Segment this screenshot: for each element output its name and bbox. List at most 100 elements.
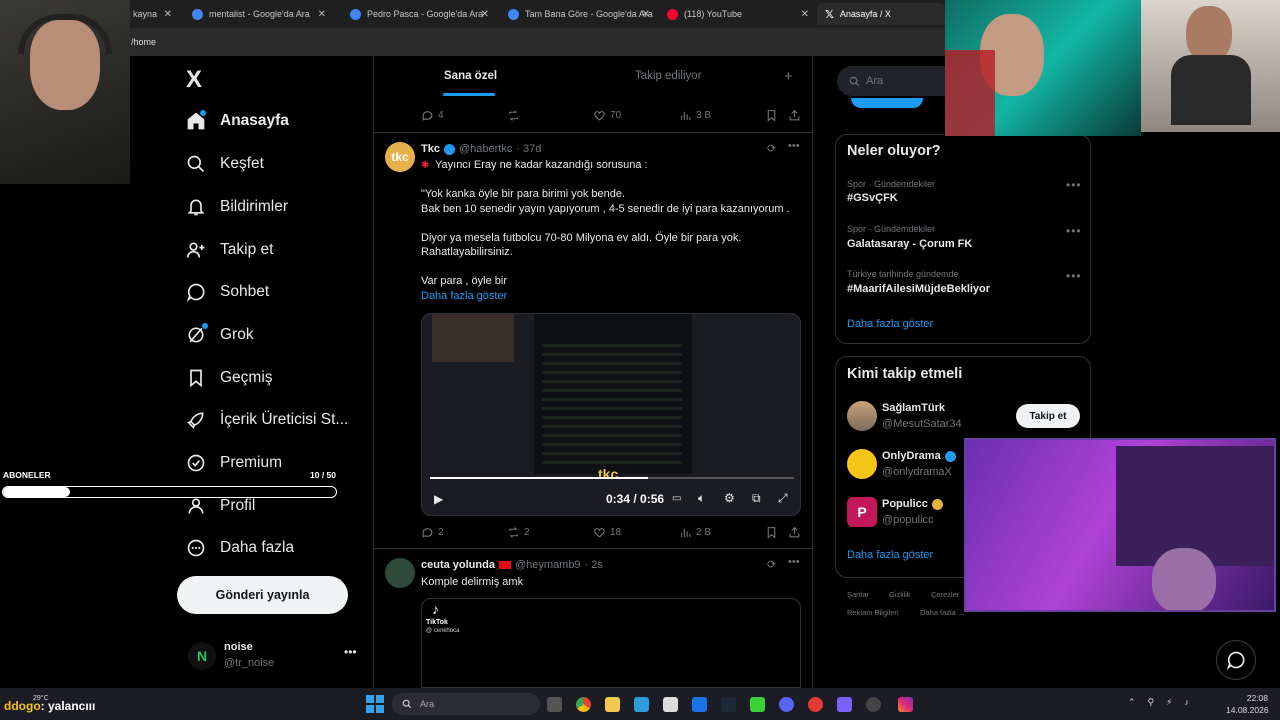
close-icon[interactable]: ✕ <box>318 9 326 20</box>
store-icon[interactable] <box>663 697 678 712</box>
follow-suggestion-name[interactable]: OnlyDrama <box>882 450 941 462</box>
trend-title[interactable]: #MaarifAilesiMüjdeBekliyor <box>847 283 990 295</box>
share-button[interactable] <box>788 109 801 122</box>
folder-icon[interactable] <box>605 697 620 712</box>
tweet-author-name[interactable]: ceuta yolunda <box>421 559 495 571</box>
system-tray-icons[interactable]: ⌃⚲⚡♪ <box>1128 697 1201 708</box>
like-button[interactable]: 70 <box>593 109 621 122</box>
settings-icon[interactable]: ⚙ <box>724 491 735 505</box>
premium-subscribe-button[interactable] <box>851 98 923 108</box>
show-more-link[interactable]: Daha fazla göster <box>847 549 933 561</box>
search-input[interactable]: Ara <box>866 75 883 87</box>
browser-tab[interactable]: (118) YouTube ✕ <box>659 3 817 25</box>
nav-explore[interactable]: Keşfet <box>186 150 264 178</box>
tweet-author-handle[interactable]: @habertkc <box>459 143 512 155</box>
tab-following[interactable]: Takip ediliyor <box>635 70 701 82</box>
views-button[interactable]: 2 B <box>679 526 711 539</box>
mail-icon[interactable] <box>692 697 707 712</box>
steam-icon[interactable] <box>721 697 736 712</box>
close-icon[interactable]: ✕ <box>481 9 489 20</box>
tweet-video[interactable]: tkc ▶ 0:34 / 0:56 ▭ 🔈︎ ⚙ ⧉ ⤢ <box>421 313 801 516</box>
media-player-icon[interactable] <box>808 697 823 712</box>
grok-icon[interactable]: ⟳ <box>767 142 776 155</box>
close-icon[interactable]: ✕ <box>801 9 809 20</box>
browser-tab-active[interactable]: 𝕏 Anasayfa / X <box>817 3 945 25</box>
bookmark-button[interactable] <box>765 109 778 122</box>
share-button[interactable] <box>788 526 801 539</box>
more-icon[interactable]: ••• <box>788 140 800 152</box>
x-logo[interactable]: X <box>186 66 202 94</box>
footer-link[interactable]: Çerezler <box>931 590 959 599</box>
more-icon[interactable]: ••• <box>344 645 357 659</box>
avatar[interactable] <box>847 449 877 479</box>
chrome-icon[interactable] <box>576 697 591 712</box>
tweet-author-name[interactable]: Tkc <box>421 143 440 155</box>
nav-follow[interactable]: Takip et <box>186 236 273 264</box>
close-icon[interactable]: ✕ <box>164 9 172 20</box>
nav-chat[interactable]: Sohbet <box>186 278 269 306</box>
monitor-icon[interactable] <box>634 697 649 712</box>
fullscreen-icon[interactable]: ⤢ <box>778 491 788 506</box>
windows-start-icon[interactable] <box>366 695 384 713</box>
post-button[interactable]: Gönderi yayınla <box>177 576 348 614</box>
nav-notifications[interactable]: Bildirimler <box>186 193 288 221</box>
play-icon[interactable]: ▶ <box>434 492 443 506</box>
account-switcher[interactable]: N noise @tr_noise ••• <box>188 640 357 678</box>
follow-button[interactable]: Takip et <box>1016 404 1080 428</box>
show-more-link[interactable]: Daha fazla göster <box>847 318 933 330</box>
browser-tab[interactable]: mentalist - Google'da Ara ✕ <box>184 3 334 25</box>
retweet-button[interactable]: 2 <box>507 526 530 539</box>
tweet-time[interactable]: · 37d <box>516 143 541 155</box>
minecraft-icon[interactable] <box>750 697 765 712</box>
discord-icon[interactable] <box>779 697 794 712</box>
footer-link[interactable]: Reklam Bilgileri <box>847 608 899 617</box>
show-more-link[interactable]: Daha fazla göster <box>421 290 507 302</box>
instagram-icon[interactable] <box>898 697 913 712</box>
nav-creator-studio[interactable]: İçerik Üreticisi St... <box>186 406 348 434</box>
tweet-video-embed[interactable]: ♪ TikTok @ cenkhoca <box>421 598 801 688</box>
reply-button[interactable]: 4 <box>421 109 444 122</box>
grok-icon[interactable]: ⟳ <box>767 558 776 571</box>
teams-icon[interactable] <box>837 697 852 712</box>
messages-fab[interactable] <box>1216 640 1256 680</box>
taskbar-search[interactable]: Ara <box>392 693 540 715</box>
more-icon[interactable]: ••• <box>788 556 800 568</box>
follow-suggestion-name[interactable]: SağlamTürk <box>882 402 945 414</box>
volume-icon[interactable]: 🔈︎ <box>698 491 705 506</box>
more-icon[interactable]: ••• <box>1066 178 1082 192</box>
retweet-button[interactable] <box>507 109 520 122</box>
close-icon[interactable]: ✕ <box>642 9 650 20</box>
nav-bookmarks[interactable]: Geçmiş <box>186 364 273 392</box>
clock-time[interactable]: 22:08 <box>1244 693 1268 703</box>
like-button[interactable]: 18 <box>593 526 621 539</box>
plus-icon[interactable]: + <box>784 68 793 85</box>
footer-link[interactable]: Gizlilik <box>889 590 911 599</box>
avatar[interactable] <box>385 558 415 588</box>
nav-grok[interactable]: Grok <box>186 321 254 349</box>
nav-premium[interactable]: Premium <box>186 449 282 477</box>
pip-icon[interactable]: ⧉ <box>752 491 761 506</box>
tweet-time[interactable]: · 2s <box>585 559 603 571</box>
more-icon[interactable]: ••• <box>1066 224 1082 238</box>
clock-date[interactable]: 14.08.2026 <box>1226 705 1269 715</box>
obs-icon[interactable] <box>866 697 881 712</box>
task-view-icon[interactable] <box>547 697 562 712</box>
more-icon[interactable]: ••• <box>1066 269 1082 283</box>
footer-link[interactable]: Daha fazla ... <box>920 608 964 617</box>
trend-title[interactable]: #GSvÇFK <box>847 192 898 204</box>
video-progress-track[interactable] <box>430 477 794 479</box>
footer-link[interactable]: Şartlar <box>847 590 869 599</box>
reply-button[interactable]: 2 <box>421 526 444 539</box>
bookmark-button[interactable] <box>765 526 778 539</box>
tweet-author-handle[interactable]: @heymamb9 <box>515 559 581 571</box>
views-button[interactable]: 3 B <box>679 109 711 122</box>
nav-more[interactable]: Daha fazla <box>186 534 294 562</box>
tab-for-you[interactable]: Sana özel <box>444 70 497 82</box>
browser-tab[interactable]: Tam Bana Göre - Google'da Ara ✕ <box>500 3 658 25</box>
follow-suggestion-name[interactable]: Populicc <box>882 498 928 510</box>
avatar[interactable] <box>847 401 877 431</box>
browser-tab[interactable]: Pedro Pasca - Google'da Ara ✕ <box>342 3 497 25</box>
avatar[interactable]: tkc <box>385 142 415 172</box>
avatar[interactable]: P <box>847 497 877 527</box>
trend-title[interactable]: Galatasaray - Çorum FK <box>847 238 972 250</box>
